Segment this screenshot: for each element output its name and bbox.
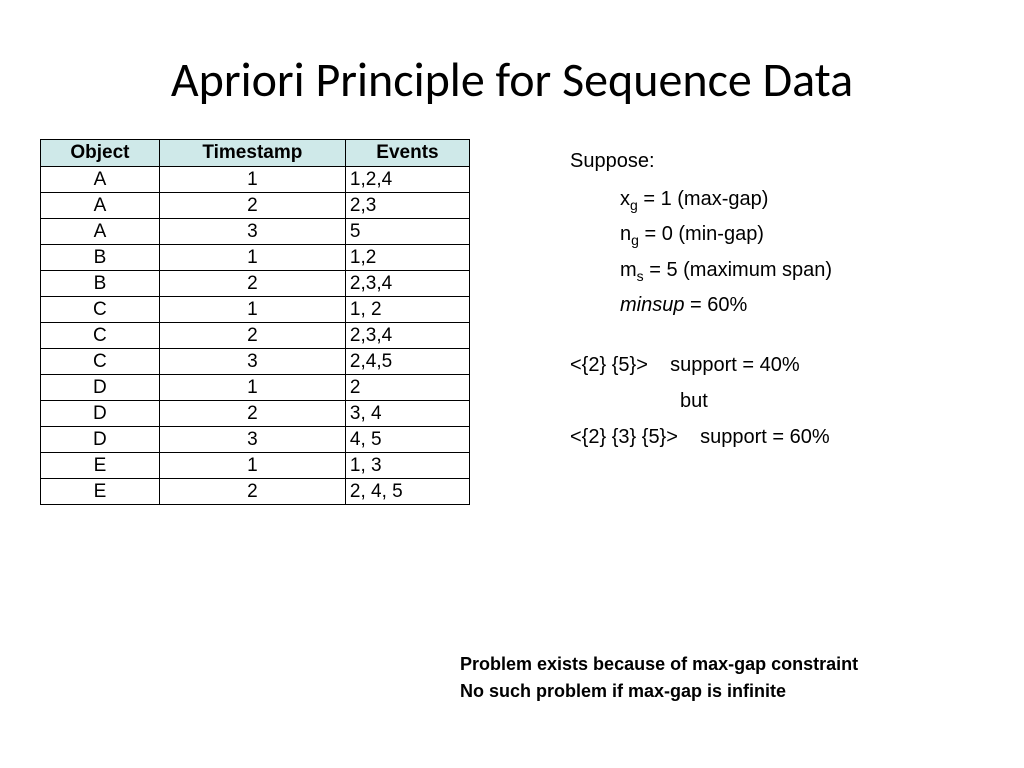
table-row: B22,3,4 bbox=[41, 271, 470, 297]
param-minsup: minsup = 60% bbox=[620, 289, 984, 321]
seq2-support: support = 60% bbox=[678, 426, 830, 448]
xg-sub: g bbox=[630, 197, 638, 213]
ms-rest: = 5 (maximum span) bbox=[644, 259, 832, 281]
cell-timestamp: 1 bbox=[159, 375, 345, 401]
cell-object: B bbox=[41, 245, 160, 271]
table-row: C22,3,4 bbox=[41, 323, 470, 349]
cell-object: A bbox=[41, 167, 160, 193]
cell-timestamp: 1 bbox=[159, 453, 345, 479]
xg-rest: = 1 (max-gap) bbox=[638, 188, 769, 210]
cell-events: 1, 3 bbox=[345, 453, 469, 479]
seq2-pattern: <{2} {3} {5}> bbox=[570, 426, 678, 448]
cell-timestamp: 2 bbox=[159, 323, 345, 349]
cell-object: E bbox=[41, 453, 160, 479]
minsup-rest: = 60% bbox=[684, 294, 747, 316]
param-ng: ng = 0 (min-gap) bbox=[620, 218, 984, 251]
cell-events: 1,2 bbox=[345, 245, 469, 271]
footer-notes: Problem exists because of max-gap constr… bbox=[460, 654, 858, 708]
col-events: Events bbox=[345, 140, 469, 167]
table-container: Object Timestamp Events A11,2,4 A22,3 A3… bbox=[40, 139, 480, 505]
cell-object: C bbox=[41, 323, 160, 349]
table-row: A22,3 bbox=[41, 193, 470, 219]
table-row: D34, 5 bbox=[41, 427, 470, 453]
cell-object: B bbox=[41, 271, 160, 297]
xg-var: x bbox=[620, 188, 630, 210]
seq1-line: <{2} {5}> support = 40% bbox=[570, 349, 984, 381]
cell-events: 2,4,5 bbox=[345, 349, 469, 375]
slide: Apriori Principle for Sequence Data Obje… bbox=[0, 0, 1024, 768]
cell-events: 1,2,4 bbox=[345, 167, 469, 193]
cell-timestamp: 3 bbox=[159, 219, 345, 245]
table-row: E11, 3 bbox=[41, 453, 470, 479]
cell-events: 2,3,4 bbox=[345, 271, 469, 297]
slide-title: Apriori Principle for Sequence Data bbox=[0, 0, 1024, 139]
cell-timestamp: 2 bbox=[159, 479, 345, 505]
table-row: C32,4,5 bbox=[41, 349, 470, 375]
suppose-label: Suppose: bbox=[570, 145, 984, 177]
footer-line2: No such problem if max-gap is infinite bbox=[460, 681, 858, 702]
ng-rest: = 0 (min-gap) bbox=[639, 223, 764, 245]
ms-sub: s bbox=[637, 268, 644, 284]
cell-events: 2,3,4 bbox=[345, 323, 469, 349]
col-object: Object bbox=[41, 140, 160, 167]
footer-line1: Problem exists because of max-gap constr… bbox=[460, 654, 858, 675]
table-row: D23, 4 bbox=[41, 401, 470, 427]
cell-events: 5 bbox=[345, 219, 469, 245]
table-row: B11,2 bbox=[41, 245, 470, 271]
cell-timestamp: 2 bbox=[159, 401, 345, 427]
cell-object: C bbox=[41, 349, 160, 375]
cell-events: 2 bbox=[345, 375, 469, 401]
minsup-var: minsup bbox=[620, 294, 684, 316]
cell-timestamp: 2 bbox=[159, 193, 345, 219]
cell-object: E bbox=[41, 479, 160, 505]
seq2-line: <{2} {3} {5}> support = 60% bbox=[570, 421, 984, 453]
table-row: E22, 4, 5 bbox=[41, 479, 470, 505]
parameter-list: xg = 1 (max-gap) ng = 0 (min-gap) ms = 5… bbox=[570, 183, 984, 321]
table-row: D12 bbox=[41, 375, 470, 401]
content-area: Object Timestamp Events A11,2,4 A22,3 A3… bbox=[0, 139, 1024, 505]
but-label: but bbox=[570, 385, 984, 417]
cell-timestamp: 3 bbox=[159, 427, 345, 453]
col-timestamp: Timestamp bbox=[159, 140, 345, 167]
table-header-row: Object Timestamp Events bbox=[41, 140, 470, 167]
cell-timestamp: 3 bbox=[159, 349, 345, 375]
cell-timestamp: 1 bbox=[159, 297, 345, 323]
cell-object: C bbox=[41, 297, 160, 323]
seq1-pattern: <{2} {5}> bbox=[570, 354, 648, 376]
cell-events: 2, 4, 5 bbox=[345, 479, 469, 505]
table-row: A35 bbox=[41, 219, 470, 245]
cell-timestamp: 2 bbox=[159, 271, 345, 297]
cell-timestamp: 1 bbox=[159, 245, 345, 271]
cell-timestamp: 1 bbox=[159, 167, 345, 193]
ms-var: m bbox=[620, 259, 637, 281]
sequence-table: Object Timestamp Events A11,2,4 A22,3 A3… bbox=[40, 139, 470, 505]
cell-object: D bbox=[41, 375, 160, 401]
cell-events: 1, 2 bbox=[345, 297, 469, 323]
cell-events: 3, 4 bbox=[345, 401, 469, 427]
ng-sub: g bbox=[631, 232, 639, 248]
param-ms: ms = 5 (maximum span) bbox=[620, 254, 984, 287]
cell-object: A bbox=[41, 193, 160, 219]
sequence-support-block: <{2} {5}> support = 40% but <{2} {3} {5}… bbox=[570, 349, 984, 453]
table-row: C11, 2 bbox=[41, 297, 470, 323]
cell-object: D bbox=[41, 401, 160, 427]
table-row: A11,2,4 bbox=[41, 167, 470, 193]
parameters-panel: Suppose: xg = 1 (max-gap) ng = 0 (min-ga… bbox=[480, 139, 984, 505]
ng-var: n bbox=[620, 223, 631, 245]
cell-events: 4, 5 bbox=[345, 427, 469, 453]
table-body: A11,2,4 A22,3 A35 B11,2 B22,3,4 C11, 2 C… bbox=[41, 167, 470, 505]
cell-object: A bbox=[41, 219, 160, 245]
cell-object: D bbox=[41, 427, 160, 453]
param-xg: xg = 1 (max-gap) bbox=[620, 183, 984, 216]
seq1-support: support = 40% bbox=[648, 354, 800, 376]
cell-events: 2,3 bbox=[345, 193, 469, 219]
